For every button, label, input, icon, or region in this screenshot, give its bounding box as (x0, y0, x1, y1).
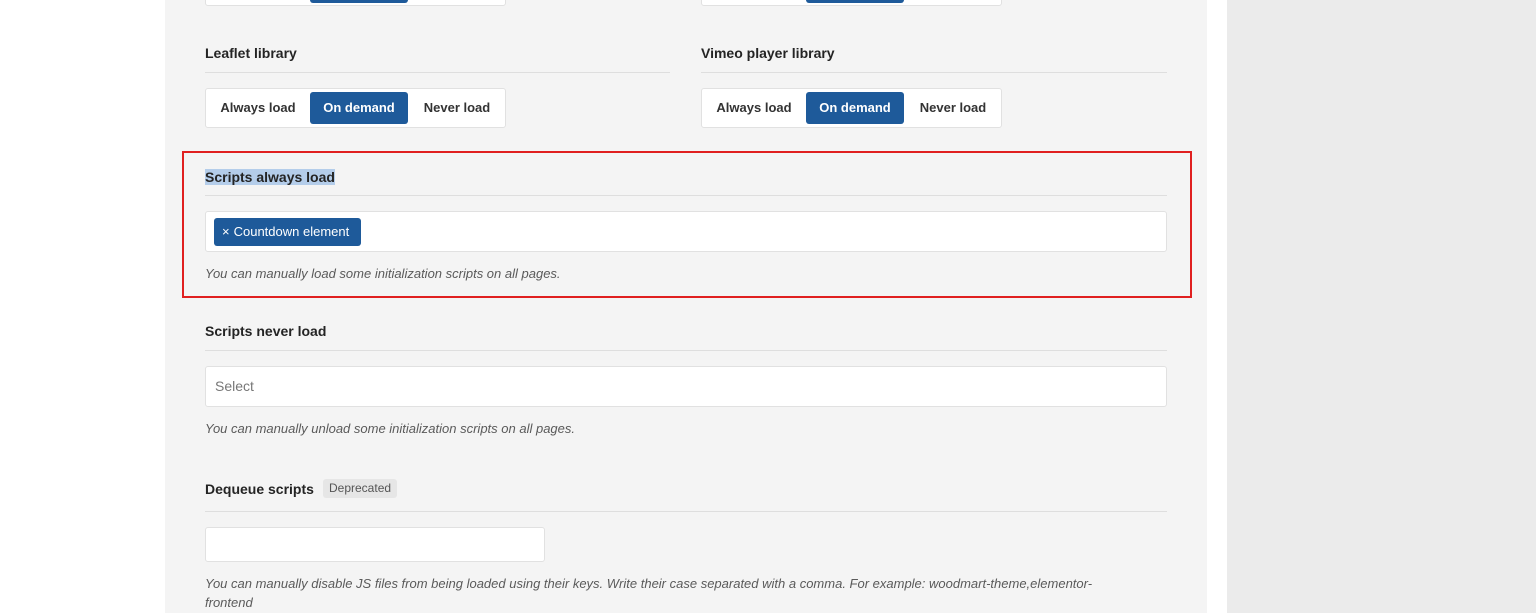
leaflet-always-load-button[interactable]: Always load (209, 92, 307, 124)
vimeo-never-load-button[interactable]: Never load (906, 92, 1000, 124)
vimeo-on-demand-button[interactable]: On demand (806, 92, 904, 124)
dequeue-divider (205, 511, 1167, 512)
leaflet-never-load-button[interactable]: Never load (410, 92, 504, 124)
top-segment-active-right[interactable] (806, 0, 904, 3)
scripts-never-load-title: Scripts never load (205, 323, 327, 339)
dequeue-scripts-input[interactable] (205, 527, 545, 562)
scripts-never-load-select[interactable]: Select (205, 366, 1167, 407)
right-side-area (1227, 0, 1536, 613)
leaflet-load-toggle: Always load On demand Never load (205, 88, 506, 128)
scripts-never-placeholder: Select (215, 378, 254, 394)
leaflet-on-demand-button[interactable]: On demand (310, 92, 408, 124)
top-segmented-control-right[interactable] (701, 0, 1002, 6)
deprecated-badge: Deprecated (323, 479, 398, 498)
vimeo-divider (701, 72, 1167, 73)
dequeue-scripts-title: Dequeue scripts (205, 481, 314, 497)
leaflet-library-title: Leaflet library (205, 45, 297, 61)
leaflet-divider (205, 72, 670, 73)
top-segmented-control-left[interactable] (205, 0, 506, 6)
dequeue-hint-line2: frontend (205, 595, 253, 610)
vimeo-always-load-button[interactable]: Always load (705, 92, 803, 124)
scripts-never-hint: You can manually unload some initializat… (205, 421, 575, 436)
dequeue-hint-line1: You can manually disable JS files from b… (205, 576, 1093, 591)
scripts-never-divider (205, 350, 1167, 351)
vimeo-library-title: Vimeo player library (701, 45, 835, 61)
settings-panel: Leaflet library Always load On demand Ne… (165, 0, 1207, 613)
vimeo-load-toggle: Always load On demand Never load (701, 88, 1002, 128)
top-segment-active-left[interactable] (310, 0, 408, 3)
highlight-annotation-box (182, 151, 1192, 298)
